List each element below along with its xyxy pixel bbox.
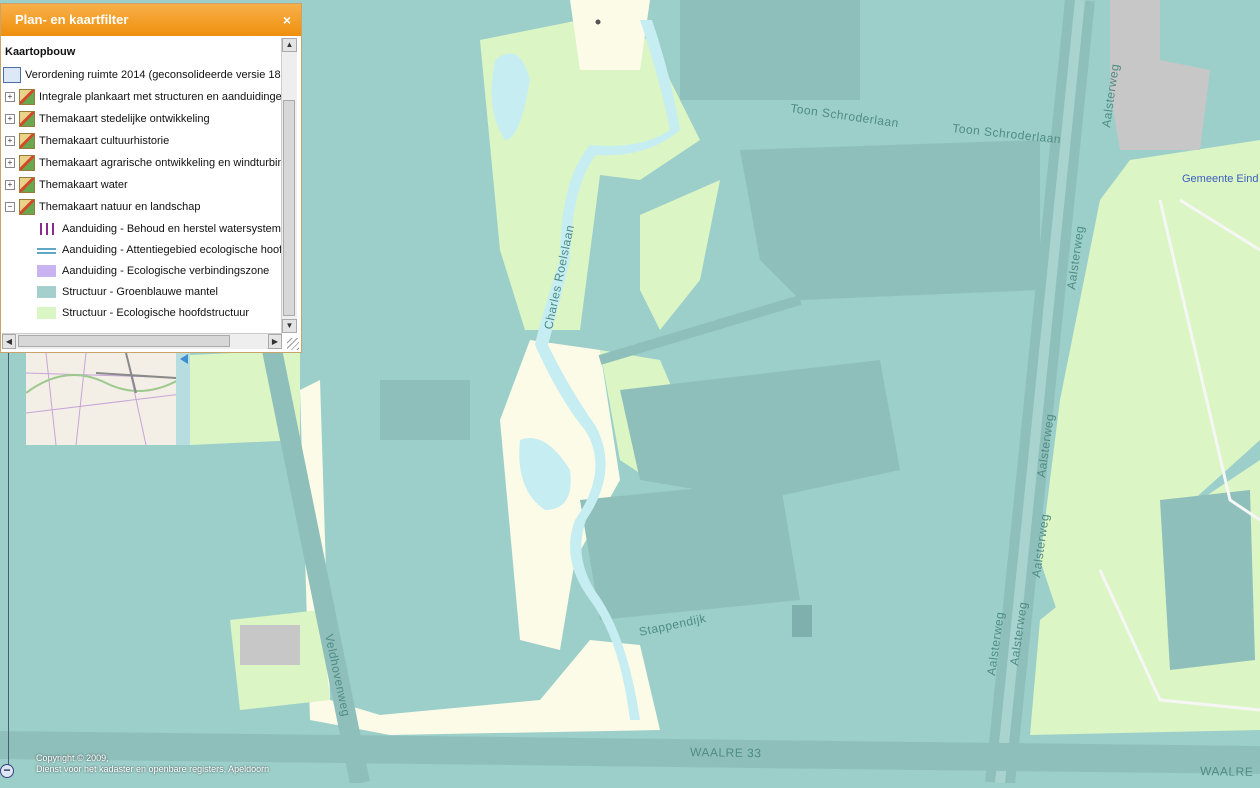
expand-icon[interactable]: + — [5, 114, 15, 124]
root-layer-row[interactable]: Verordening ruimte 2014 (geconsolideerde… — [1, 64, 283, 86]
panel-header[interactable]: Plan- en kaartfilter × — [1, 4, 301, 36]
layer-label: Themakaart cultuurhistorie — [39, 135, 170, 147]
expand-icon[interactable]: + — [5, 136, 15, 146]
copyright-line-2: Dienst voor het kadaster en openbare reg… — [36, 764, 270, 774]
scroll-thumb[interactable] — [283, 100, 295, 316]
layer-row[interactable]: + Integrale plankaart met structuren en … — [1, 86, 283, 108]
legend-label: Aanduiding - Ecologische verbindingszone — [62, 264, 270, 277]
fill-swatch-icon — [37, 306, 56, 319]
legend-label: Aanduiding - Behoud en herstel watersyst… — [62, 222, 283, 235]
map-layer-icon — [19, 177, 35, 193]
overview-toggle-icon[interactable] — [180, 354, 188, 364]
map-layer-icon — [19, 89, 35, 105]
layer-label: Themakaart stedelijke ontwikkeling — [39, 113, 210, 125]
municipality-label: Gemeente Eind — [1182, 173, 1258, 185]
built-block-6 — [1160, 490, 1255, 670]
layer-row[interactable]: + Themakaart cultuurhistorie — [1, 130, 283, 152]
expand-icon[interactable]: + — [5, 158, 15, 168]
layer-tree: Kaartopbouw Verordening ruimte 2014 (gec… — [1, 36, 283, 334]
vertical-lines-swatch-icon — [40, 222, 54, 235]
zoom-bar — [8, 353, 9, 768]
root-layer-label: Verordening ruimte 2014 (geconsolideerde… — [25, 69, 283, 81]
layer-label: Integrale plankaart met structuren en aa… — [39, 91, 283, 103]
legend-label: Structuur - Ecologische hoofdstructuur — [62, 306, 250, 319]
scroll-right-icon[interactable]: ▶ — [268, 334, 282, 349]
legend-row: Aanduiding - Behoud en herstel watersyst… — [1, 218, 283, 239]
built-block-5 — [380, 380, 470, 440]
layer-label: Themakaart agrarische ontwikkeling en wi… — [39, 157, 283, 169]
legend-label: Aanduiding - Attentiegebied ecologische … — [62, 243, 283, 256]
overview-map[interactable] — [26, 353, 190, 445]
close-icon[interactable]: × — [283, 4, 291, 36]
legend-row: Aanduiding - Attentiegebied ecologische … — [1, 239, 283, 260]
map-layer-icon — [19, 199, 35, 215]
panel-title: Plan- en kaartfilter — [15, 12, 129, 27]
resize-handle-icon[interactable] — [287, 338, 299, 350]
scroll-down-icon[interactable]: ▼ — [282, 319, 297, 333]
scroll-up-icon[interactable]: ▲ — [282, 38, 297, 52]
layer-group-icon — [3, 67, 21, 83]
built-block-1 — [680, 0, 860, 100]
built-block-2 — [740, 140, 1040, 300]
open-field-top — [570, 0, 650, 70]
legend-label: Structuur - Groenblauwe mantel — [62, 285, 218, 298]
section-title: Kaartopbouw — [5, 46, 76, 58]
built-block-4 — [580, 480, 800, 620]
double-line-swatch-icon — [37, 247, 56, 254]
plan-filter-panel: Plan- en kaartfilter × Kaartopbouw Veror… — [0, 3, 302, 353]
legend-row: Aanduiding - Ecologische verbindingszone — [1, 260, 283, 281]
expand-icon[interactable]: + — [5, 180, 15, 190]
hatched-block — [792, 605, 812, 637]
fill-swatch-icon — [37, 285, 56, 298]
scroll-thumb-horizontal[interactable] — [18, 335, 230, 347]
copyright-line-1: Copyright © 2009, — [36, 753, 109, 763]
collapse-icon[interactable]: − — [5, 202, 15, 212]
vertical-scrollbar[interactable]: ▲ ▼ — [281, 38, 297, 333]
layer-row[interactable]: + Themakaart agrarische ontwikkeling en … — [1, 152, 283, 174]
legend-row: Structuur - Ecologische hoofdstructuur — [1, 302, 283, 323]
layer-label: Themakaart water — [39, 179, 128, 191]
copyright-notice: Copyright © 2009, Dienst voor het kadast… — [36, 753, 269, 775]
fill-swatch-icon — [37, 264, 56, 277]
zoom-out-icon[interactable]: − — [0, 764, 14, 778]
street-label-waalre-33: WAALRE 33 — [690, 745, 762, 760]
layer-row[interactable]: + Themakaart stedelijke ontwikkeling — [1, 108, 283, 130]
map-layer-icon — [19, 133, 35, 149]
layer-label: Themakaart natuur en landschap — [39, 201, 201, 213]
street-label-waalre: WAALRE — [1200, 764, 1253, 779]
layer-row[interactable]: − Themakaart natuur en landschap — [1, 196, 283, 218]
legend-row: Structuur - Groenblauwe mantel — [1, 281, 283, 302]
map-layer-icon — [19, 155, 35, 171]
map-layer-icon — [19, 111, 35, 127]
building-southwest — [240, 625, 300, 665]
scroll-left-icon[interactable]: ◀ — [2, 334, 16, 349]
map-point — [595, 19, 601, 25]
layer-row[interactable]: + Themakaart water — [1, 174, 283, 196]
expand-icon[interactable]: + — [5, 92, 15, 102]
horizontal-scrollbar[interactable]: ◀ ▶ — [2, 333, 282, 349]
